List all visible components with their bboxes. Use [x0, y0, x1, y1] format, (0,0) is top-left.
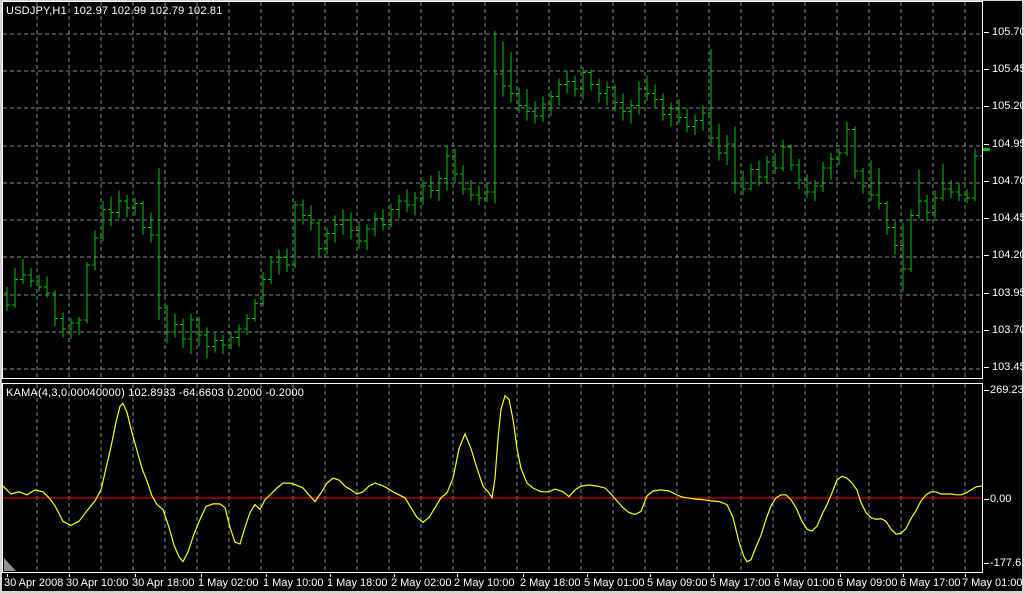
price-axis-label: 103.45	[992, 361, 1024, 373]
price-axis-tick	[984, 330, 989, 331]
price-axis-label: 104.45	[992, 212, 1024, 224]
price-axis-tick	[984, 293, 989, 294]
indicator-axis-tick	[984, 390, 989, 391]
indicator-axis-label: 0.00	[990, 493, 1012, 505]
indicator-value-axis[interactable]: 269.2365 0.00 -177.618	[984, 380, 1024, 574]
time-axis-label: 5 May 09:00	[647, 577, 708, 589]
time-axis-label: 2 May 18:00	[520, 577, 581, 589]
indicator-header: KAMA(4,3,0.00040000) 102.8933 -64.6603 0…	[6, 387, 305, 399]
time-axis-label: 6 May 01:00	[774, 577, 835, 589]
time-axis-label: 5 May 01:00	[584, 577, 645, 589]
time-axis-label: 6 May 09:00	[837, 577, 898, 589]
price-axis-label: 103.95	[992, 287, 1024, 299]
price-chart-pane[interactable]: USDJPY,H1 102.97 102.99 102.79 102.81	[2, 1, 983, 379]
price-axis-tick	[984, 367, 989, 368]
time-axis-label: 1 May 02:00	[198, 577, 259, 589]
indicator-axis-tick	[984, 563, 989, 564]
time-axis-label: 2 May 10:00	[454, 577, 515, 589]
time-axis[interactable]: 30 Apr 2008 30 Apr 10:00 30 Apr 18:00 1 May…	[2, 574, 1023, 591]
indicator-pane[interactable]: KAMA(4,3,0.00040000) 102.8933 -64.6603 0…	[2, 383, 983, 573]
price-axis-tick	[984, 144, 989, 145]
indicator-axis-label: 269.2365	[990, 384, 1024, 396]
mt4-chart-window: USDJPY,H1 102.97 102.99 102.79 102.81 KA…	[0, 0, 1024, 594]
price-axis-tick	[984, 218, 989, 219]
price-axis-label: 104.20	[992, 249, 1024, 261]
price-axis-tick	[984, 69, 989, 70]
time-axis-label: 7 May 01:00	[962, 577, 1023, 589]
symbol-ohlc-header: USDJPY,H1 102.97 102.99 102.79 102.81	[6, 5, 223, 17]
time-axis-label: 30 Apr 2008	[4, 577, 64, 589]
price-chart-canvas[interactable]	[3, 2, 982, 378]
time-axis-label: 6 May 17:00	[900, 577, 961, 589]
time-axis-label: 1 May 18:00	[327, 577, 388, 589]
price-axis-label: 104.95	[992, 138, 1024, 150]
indicator-axis-tick	[984, 499, 989, 500]
price-axis-tick	[984, 106, 989, 107]
time-axis-label: 5 May 17:00	[710, 577, 771, 589]
time-axis-label: 30 Apr 18:00	[132, 577, 195, 589]
price-axis-label: 103.70	[992, 324, 1024, 336]
time-axis-label: 1 May 10:00	[263, 577, 324, 589]
time-axis-label: 2 May 02:00	[391, 577, 452, 589]
price-axis-label: 105.70	[992, 26, 1024, 38]
indicator-canvas[interactable]	[3, 384, 982, 572]
price-axis-label: 105.20	[992, 100, 1024, 112]
kama-line	[3, 394, 982, 563]
price-axis-tick	[984, 32, 989, 33]
price-axis-tick	[984, 255, 989, 256]
time-axis-label: 30 Apr 10:00	[66, 577, 129, 589]
indicator-axis-label: -177.618	[990, 557, 1024, 569]
price-axis-tick	[984, 181, 989, 182]
price-axis-label: 105.45	[992, 63, 1024, 75]
current-price-marker	[983, 148, 990, 151]
price-axis-label: 104.70	[992, 175, 1024, 187]
